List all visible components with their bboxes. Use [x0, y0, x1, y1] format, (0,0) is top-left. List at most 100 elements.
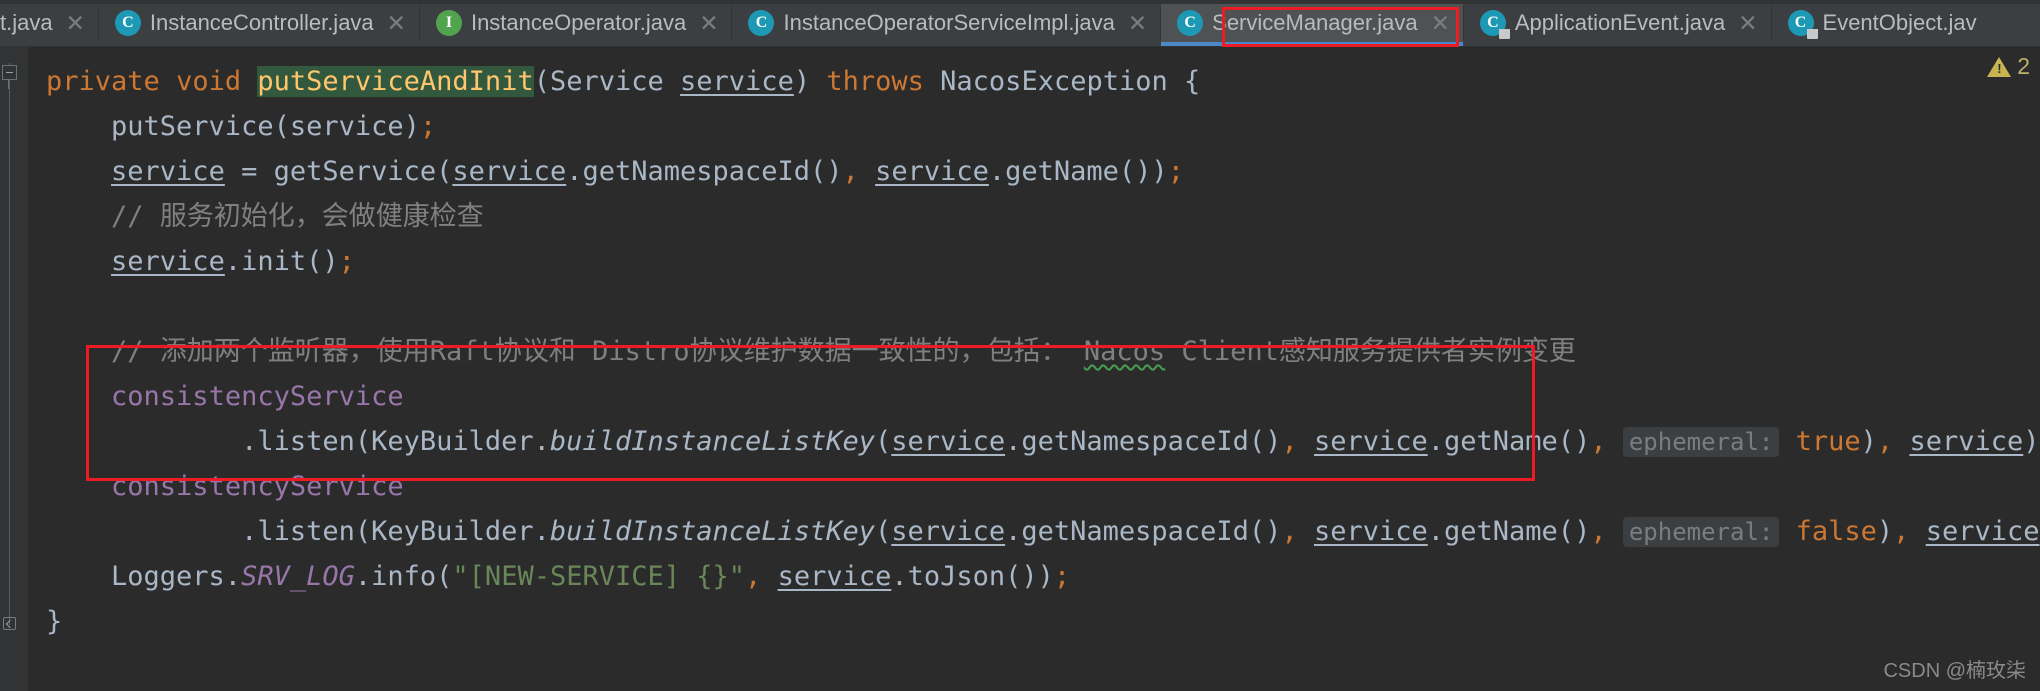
editor-tab-eventobject-jav[interactable]: C EventObject.jav	[1772, 0, 1990, 46]
code-token: ,	[1877, 426, 1893, 457]
code-token: service	[111, 156, 225, 187]
code-token: service	[1909, 426, 2023, 457]
code-token	[46, 471, 111, 502]
line-consistency-1[interactable]: consistencyService	[28, 374, 2040, 419]
tab-label: EventObject.jav	[1823, 12, 1977, 34]
java-class-readonly-icon: C	[1480, 10, 1506, 36]
code-token: service	[778, 561, 892, 592]
watermark-label: CSDN @楠玫柒	[1883, 654, 2026, 683]
code-token: ,	[843, 156, 859, 187]
code-token: .getName()	[1428, 516, 1591, 547]
line-getservice[interactable]: service = getService(service.getNamespac…	[28, 149, 2040, 194]
code-token: (	[875, 516, 891, 547]
line-listen-ephemeral-false[interactable]: .listen(KeyBuilder.buildInstanceListKey(…	[28, 509, 2040, 554]
code-token: .listen(KeyBuilder.	[46, 426, 550, 457]
code-token: NacosException {	[924, 66, 1200, 97]
tab-close-icon[interactable]: ✕	[699, 12, 718, 35]
code-token	[761, 561, 777, 592]
line-comment-listeners[interactable]: // 添加两个监听器，使用Raft协议和 Distro协议维护数据一致性的，包括…	[28, 329, 2040, 374]
code-token: throws	[826, 66, 924, 97]
editor-tab-instanceoperator-java[interactable]: IInstanceOperator.java✕	[420, 0, 732, 46]
code-token: ,	[745, 561, 761, 592]
code-token: buildInstanceListKey	[550, 516, 875, 547]
code-token: // 服务初始化，会做健康检查	[46, 201, 484, 232]
java-class-icon: C	[1177, 10, 1203, 36]
code-token: // 添加两个监听器，使用Raft协议和 Distro协议维护数据一致性的，包括…	[46, 336, 1084, 367]
warning-count-label: 2	[2017, 53, 2030, 80]
code-token: (	[875, 426, 891, 457]
code-token: )	[794, 66, 810, 97]
line-logger[interactable]: Loggers.SRV_LOG.info("[NEW-SERVICE] {}",…	[28, 554, 2040, 599]
editor-tab-servicemanager-java[interactable]: C ServiceManager.java ✕	[1161, 0, 1463, 46]
code-token: ;	[1168, 156, 1184, 187]
code-token: service	[875, 156, 989, 187]
code-token: )	[1861, 426, 1877, 457]
code-token: buildInstanceListKey	[550, 426, 875, 457]
line-signature[interactable]: private void putServiceAndInit(Service s…	[28, 59, 2040, 104]
editor-gutter[interactable]	[0, 47, 28, 691]
line-blank-1[interactable]	[28, 284, 2040, 329]
editor-tab-t-java[interactable]: t.java ✕	[0, 0, 98, 46]
code-fold-rail	[9, 63, 10, 625]
tab-close-icon[interactable]: ✕	[66, 12, 85, 35]
code-content[interactable]: private void putServiceAndInit(Service s…	[28, 47, 2040, 691]
java-class-icon: C	[115, 10, 141, 36]
code-token: .getNamespaceId()	[1005, 426, 1281, 457]
code-token	[1779, 426, 1795, 457]
code-token: true	[1796, 426, 1861, 457]
line-comment-init[interactable]: // 服务初始化，会做健康检查	[28, 194, 2040, 239]
line-consistency-2[interactable]: consistencyService	[28, 464, 2040, 509]
code-token: service	[1314, 516, 1428, 547]
code-token	[46, 246, 111, 277]
warning-triangle-icon	[1987, 57, 2011, 77]
code-token	[1909, 516, 1925, 547]
code-token: Service	[550, 66, 664, 97]
code-token: consistencyService	[111, 381, 404, 412]
line-listen-ephemeral-true[interactable]: .listen(KeyBuilder.buildInstanceListKey(…	[28, 419, 2040, 464]
code-editor[interactable]: private void putServiceAndInit(Service s…	[0, 47, 2040, 691]
editor-tab-instanceoperatorserviceimpl-java[interactable]: CInstanceOperatorServiceImpl.java✕	[732, 0, 1160, 46]
fold-collapse-icon[interactable]	[2, 65, 17, 80]
tab-label: ServiceManager.java	[1212, 12, 1417, 34]
code-token: Client感知服务提供者实例变更	[1165, 336, 1576, 367]
tab-label: t.java	[0, 12, 53, 34]
code-token: void	[176, 66, 241, 97]
inspection-status-widget[interactable]: 2	[1987, 53, 2030, 80]
code-token: "[NEW-SERVICE] {}"	[452, 561, 745, 592]
code-token	[810, 66, 826, 97]
editor-tab-instancecontroller-java[interactable]: CInstanceController.java✕	[99, 0, 419, 46]
code-token	[1298, 426, 1314, 457]
code-token	[1779, 516, 1795, 547]
tab-close-icon[interactable]: ✕	[1431, 12, 1450, 35]
code-token	[859, 156, 875, 187]
code-token	[46, 291, 62, 322]
gutter-bookmark-icon[interactable]	[3, 617, 16, 630]
code-token	[46, 156, 111, 187]
tab-close-icon[interactable]: ✕	[1128, 12, 1147, 35]
code-token: )	[1877, 516, 1893, 547]
code-token: .getNamespaceId()	[566, 156, 842, 187]
code-token: service	[891, 426, 1005, 457]
code-token: service	[680, 66, 794, 97]
code-token: }	[46, 606, 62, 637]
code-token: .toJson())	[891, 561, 1054, 592]
editor-tab-applicationevent-java[interactable]: CApplicationEvent.java✕	[1464, 0, 1771, 46]
line-init-call[interactable]: service.init();	[28, 239, 2040, 284]
code-token: ;	[339, 246, 355, 277]
code-token: .init()	[225, 246, 339, 277]
code-token: .getNamespaceId()	[1005, 516, 1281, 547]
line-putservice[interactable]: putService(service);	[28, 104, 2040, 149]
code-token	[160, 66, 176, 97]
code-token: .getName()	[1428, 426, 1591, 457]
java-class-readonly-icon: C	[1788, 10, 1814, 36]
code-token: consistencyService	[111, 471, 404, 502]
tab-close-icon[interactable]: ✕	[1738, 12, 1757, 35]
code-token	[1893, 426, 1909, 457]
editor-tab-bar[interactable]: t.java✕CInstanceController.java✕IInstanc…	[0, 0, 2040, 47]
code-token: ephemeral:	[1623, 427, 1780, 457]
code-token: ,	[1590, 426, 1606, 457]
line-close-brace[interactable]: }	[28, 599, 2040, 644]
code-token: SRV_LOG	[241, 561, 355, 592]
tab-close-icon[interactable]: ✕	[387, 12, 406, 35]
code-token: Loggers.	[46, 561, 241, 592]
